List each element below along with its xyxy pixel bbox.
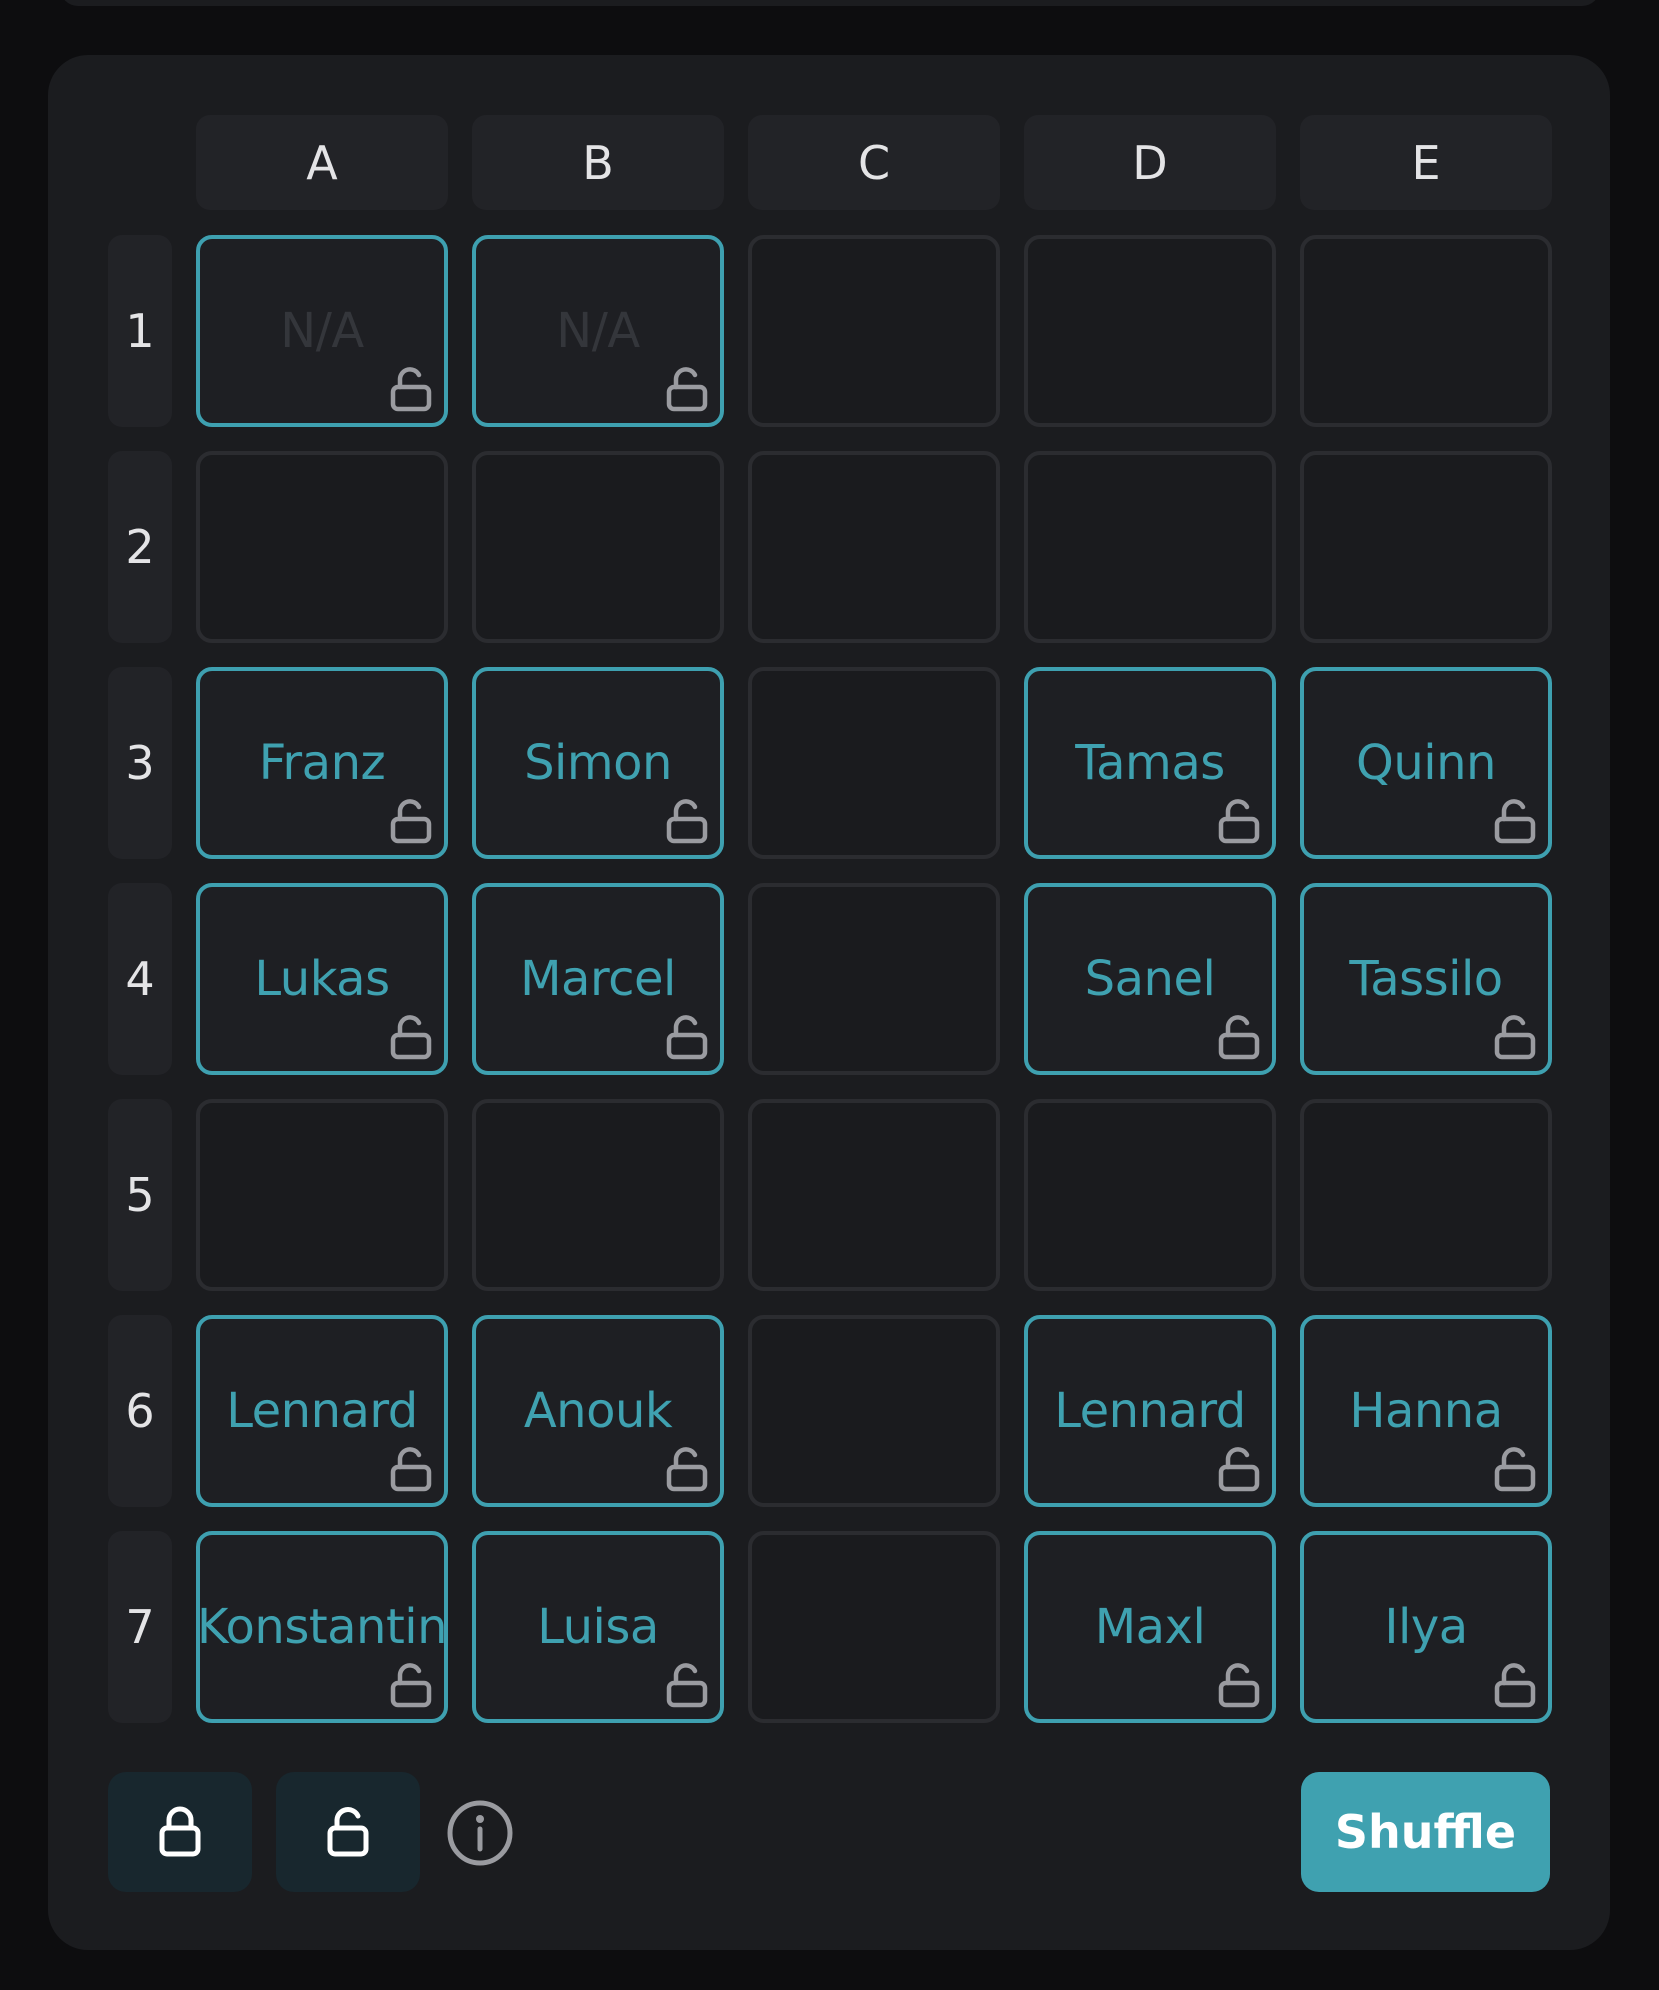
lock-all-button[interactable]: [108, 1772, 252, 1892]
seat-cell-a5[interactable]: [196, 1099, 448, 1291]
lock-icon: [159, 1806, 201, 1857]
seat-cell-e2[interactable]: [1300, 451, 1552, 643]
seat-name: Anouk: [523, 1383, 673, 1439]
seat-name: Tamas: [1075, 735, 1225, 791]
seat-name: Marcel: [520, 951, 676, 1007]
seat-name: Sanel: [1084, 951, 1216, 1007]
seat-cell-e1[interactable]: [1300, 235, 1552, 427]
seat-name: Tassilo: [1349, 951, 1503, 1007]
seat-cell-c6[interactable]: [748, 1315, 1000, 1507]
seat-cell-e4[interactable]: Tassilo: [1300, 883, 1552, 1075]
seat-name: Maxl: [1094, 1599, 1206, 1655]
seat-cell-b6[interactable]: Anouk: [472, 1315, 724, 1507]
seat-cell-b4[interactable]: Marcel: [472, 883, 724, 1075]
seating-panel: A B C D E 1 2 3 4 5 6 7 N/A N/A Franz Simon Tamas Quinn Lu…: [48, 55, 1610, 1950]
seat-name: Lennard: [1054, 1383, 1246, 1439]
unlock-icon[interactable]: [664, 1013, 710, 1061]
unlock-icon: [327, 1807, 369, 1857]
seat-cell-d1[interactable]: [1024, 235, 1276, 427]
seat-cell-e5[interactable]: [1300, 1099, 1552, 1291]
column-header-d: D: [1024, 115, 1276, 210]
row-header-6: 6: [108, 1315, 172, 1507]
seat-cell-c7[interactable]: [748, 1531, 1000, 1723]
seat-cell-d2[interactable]: [1024, 451, 1276, 643]
seat-cell-a3[interactable]: Franz: [196, 667, 448, 859]
seat-cell-d5[interactable]: [1024, 1099, 1276, 1291]
row-header-4: 4: [108, 883, 172, 1075]
unlock-icon[interactable]: [664, 797, 710, 845]
unlock-icon[interactable]: [388, 797, 434, 845]
seat-cell-a7[interactable]: Konstantin: [196, 1531, 448, 1723]
seat-name: Luisa: [537, 1599, 659, 1655]
top-bar: [60, 0, 1600, 6]
column-header-a: A: [196, 115, 448, 210]
column-header-e: E: [1300, 115, 1552, 210]
unlock-icon[interactable]: [1216, 1013, 1262, 1061]
unlock-icon[interactable]: [388, 1445, 434, 1493]
row-header-1: 1: [108, 235, 172, 427]
column-header-b: B: [472, 115, 724, 210]
row-header-3: 3: [108, 667, 172, 859]
seat-cell-b1[interactable]: N/A: [472, 235, 724, 427]
seat-cell-a2[interactable]: [196, 451, 448, 643]
row-header-7: 7: [108, 1531, 172, 1723]
unlock-icon[interactable]: [388, 365, 434, 413]
unlock-icon[interactable]: [1492, 1445, 1538, 1493]
seat-cell-b7[interactable]: Luisa: [472, 1531, 724, 1723]
seat-cell-c3[interactable]: [748, 667, 1000, 859]
info-button[interactable]: [446, 1799, 514, 1867]
seat-cell-a4[interactable]: Lukas: [196, 883, 448, 1075]
unlock-icon[interactable]: [1216, 797, 1262, 845]
seat-cell-a6[interactable]: Lennard: [196, 1315, 448, 1507]
seat-cell-d4[interactable]: Sanel: [1024, 883, 1276, 1075]
seat-cell-e3[interactable]: Quinn: [1300, 667, 1552, 859]
seat-name: Quinn: [1356, 735, 1496, 791]
seat-name: Lukas: [254, 951, 390, 1007]
unlock-icon[interactable]: [664, 1445, 710, 1493]
unlock-icon[interactable]: [1492, 1661, 1538, 1709]
row-header-5: 5: [108, 1099, 172, 1291]
seat-cell-d3[interactable]: Tamas: [1024, 667, 1276, 859]
seat-cell-e6[interactable]: Hanna: [1300, 1315, 1552, 1507]
seat-name: Franz: [258, 735, 386, 791]
seat-cell-a1[interactable]: N/A: [196, 235, 448, 427]
seat-cell-b3[interactable]: Simon: [472, 667, 724, 859]
seat-cell-d7[interactable]: Maxl: [1024, 1531, 1276, 1723]
seat-cell-c1[interactable]: [748, 235, 1000, 427]
seat-name: Ilya: [1384, 1599, 1468, 1655]
unlock-icon[interactable]: [1492, 1013, 1538, 1061]
unlock-icon[interactable]: [388, 1661, 434, 1709]
seat-cell-c2[interactable]: [748, 451, 1000, 643]
unlock-icon[interactable]: [1216, 1445, 1262, 1493]
info-icon: [447, 1800, 513, 1866]
seat-cell-c4[interactable]: [748, 883, 1000, 1075]
seat-cell-d6[interactable]: Lennard: [1024, 1315, 1276, 1507]
seat-placeholder: N/A: [280, 303, 364, 359]
seat-cell-b5[interactable]: [472, 1099, 724, 1291]
unlock-all-button[interactable]: [276, 1772, 420, 1892]
seat-name: Konstantin: [196, 1599, 448, 1655]
unlock-icon[interactable]: [664, 1661, 710, 1709]
seat-placeholder: N/A: [556, 303, 640, 359]
shuffle-button[interactable]: Shuffle: [1301, 1772, 1550, 1892]
column-header-c: C: [748, 115, 1000, 210]
unlock-icon[interactable]: [388, 1013, 434, 1061]
seat-cell-e7[interactable]: Ilya: [1300, 1531, 1552, 1723]
unlock-icon[interactable]: [1216, 1661, 1262, 1709]
seat-cell-b2[interactable]: [472, 451, 724, 643]
seat-cell-c5[interactable]: [748, 1099, 1000, 1291]
row-header-2: 2: [108, 451, 172, 643]
seat-name: Lennard: [226, 1383, 418, 1439]
unlock-icon[interactable]: [664, 365, 710, 413]
unlock-icon[interactable]: [1492, 797, 1538, 845]
seat-name: Simon: [524, 735, 672, 791]
seat-name: Hanna: [1349, 1383, 1503, 1439]
